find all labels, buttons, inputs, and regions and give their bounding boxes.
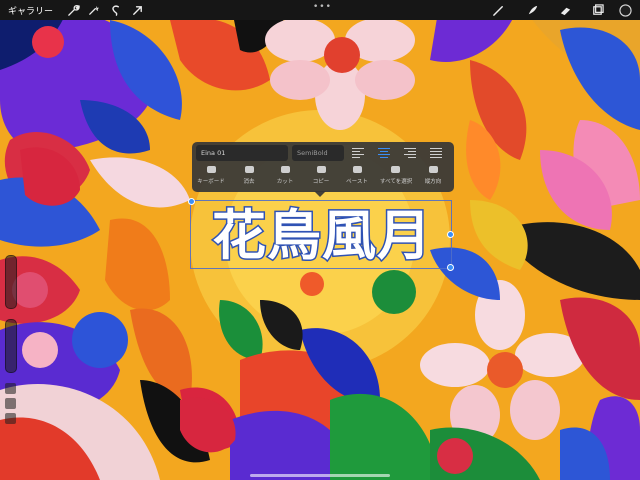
align-right-button[interactable]: [399, 146, 421, 160]
text-layer-box[interactable]: 花鳥風月: [188, 198, 454, 271]
selection-icon[interactable]: [107, 2, 123, 18]
action-select-all-button[interactable]: すべてを選択: [380, 165, 413, 185]
action-label: 消去: [243, 179, 255, 185]
scissors-icon: [280, 166, 290, 173]
action-label: 縦方向: [424, 179, 442, 185]
copy-icon: [316, 166, 326, 173]
smudge-icon[interactable]: [524, 2, 540, 18]
font-name-field[interactable]: Eina 01: [196, 145, 288, 161]
brush-icon[interactable]: [490, 2, 506, 18]
resize-handle-bottom-right[interactable]: [447, 264, 454, 271]
keyboard-icon: [206, 166, 216, 173]
redo-button[interactable]: [5, 413, 16, 424]
wrench-icon[interactable]: [65, 2, 81, 18]
action-scissors-button[interactable]: カット: [270, 165, 300, 185]
paste-icon: [352, 166, 362, 173]
layers-icon[interactable]: [589, 2, 605, 18]
popup-caret: [314, 191, 326, 197]
magic-wand-icon[interactable]: [85, 2, 101, 18]
action-label: カット: [276, 179, 294, 185]
gallery-button[interactable]: ギャラリー: [8, 4, 53, 17]
action-broom-button[interactable]: 消去: [234, 165, 264, 185]
text-actions-row: キーボード 消去 カット コピー ペースト すべてを選択 縦方向: [194, 165, 452, 191]
color-swatch-fill: [618, 3, 632, 17]
transform-arrow-icon[interactable]: [129, 2, 145, 18]
more-options-icon[interactable]: •••: [313, 2, 332, 12]
home-indicator: [250, 474, 390, 477]
action-keyboard-button[interactable]: キーボード: [196, 165, 226, 185]
align-center-button[interactable]: [373, 146, 395, 160]
resize-handle-right[interactable]: [447, 231, 454, 238]
action-paste-button[interactable]: ペースト: [342, 165, 372, 185]
canvas-text[interactable]: 花鳥風月: [191, 201, 453, 270]
brush-size-slider[interactable]: [5, 255, 17, 309]
left-sidebar: [3, 255, 17, 424]
top-toolbar: ギャラリー •••: [0, 0, 640, 20]
action-label: キーボード: [197, 179, 225, 185]
action-label: コピー: [312, 179, 330, 185]
action-copy-button[interactable]: コピー: [306, 165, 336, 185]
eraser-icon[interactable]: [557, 2, 573, 18]
undo-button[interactable]: [5, 398, 16, 409]
select-all-icon: [390, 166, 400, 173]
color-swatch[interactable]: [617, 2, 633, 18]
action-vertical-text-button[interactable]: 縦方向: [418, 165, 448, 185]
vertical-text-icon: [428, 166, 438, 173]
resize-handle-top-left[interactable]: [188, 198, 195, 205]
font-style-field[interactable]: SemiBold: [292, 145, 344, 161]
opacity-slider[interactable]: [5, 319, 17, 373]
action-label: すべてを選択: [380, 179, 413, 185]
broom-icon: [244, 166, 254, 173]
modify-button[interactable]: [5, 383, 16, 394]
align-left-button[interactable]: [347, 146, 369, 160]
action-label: ペースト: [346, 179, 368, 185]
align-justify-button[interactable]: [425, 146, 447, 160]
text-edit-popup: Eina 01 SemiBold キーボード 消去 カット コピー ペースト すべてを選択…: [192, 142, 454, 192]
